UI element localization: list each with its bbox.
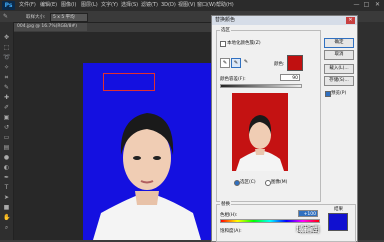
result-label: 结果 xyxy=(334,207,343,212)
menu-3d[interactable]: 3D(D) xyxy=(161,0,176,11)
path-select-icon[interactable]: ➤ xyxy=(3,194,10,201)
cancel-button[interactable]: 取消 xyxy=(324,50,354,60)
gradient-tool-icon[interactable]: ▤ xyxy=(3,144,10,151)
shape-tool-icon[interactable]: ■ xyxy=(3,204,10,211)
selection-group-label: 选区 xyxy=(220,27,231,33)
move-tool-icon[interactable]: ✥ xyxy=(3,34,10,41)
sample-size-label: 取样大小: xyxy=(26,15,46,20)
marquee-tool-icon[interactable]: ⬚ xyxy=(3,44,10,51)
ok-button[interactable]: 确定 xyxy=(324,38,354,48)
localized-clusters-label: 本地化颜色簇(Z) xyxy=(227,41,261,46)
history-brush-icon[interactable]: ↺ xyxy=(3,124,10,131)
menu-bar: Ps 文件(F) 编辑(E) 图像(I) 图层(L) 文字(Y) 选择(S) 滤… xyxy=(0,0,384,11)
zoom-tool-icon[interactable]: ⌕ xyxy=(3,224,10,231)
dialog-close-icon[interactable]: ✕ xyxy=(346,17,355,24)
fuzziness-input[interactable]: 90 xyxy=(280,74,300,81)
menu-edit[interactable]: 编辑(E) xyxy=(40,0,57,11)
dodge-tool-icon[interactable]: ◐ xyxy=(3,164,10,171)
selected-color-swatch[interactable] xyxy=(287,55,303,71)
eyedropper-icon[interactable]: ✎ xyxy=(220,58,230,68)
type-tool-icon[interactable]: T xyxy=(3,184,10,191)
preview-portrait xyxy=(236,115,284,171)
menu-view[interactable]: 视图(V) xyxy=(178,0,195,11)
preview-label: 预览(P) xyxy=(331,91,347,96)
menu-image[interactable]: 图像(I) xyxy=(61,0,76,11)
blur-tool-icon[interactable]: ● xyxy=(3,154,10,161)
stamp-tool-icon[interactable]: ▣ xyxy=(3,114,10,121)
right-panel xyxy=(356,22,384,240)
crop-tool-icon[interactable]: ⌗ xyxy=(3,74,10,81)
dialog-title: 替换颜色 xyxy=(212,16,357,25)
selection-preview xyxy=(232,93,288,171)
eyedropper-tool-icon[interactable]: ✎ xyxy=(3,84,10,91)
close-icon[interactable]: ✕ xyxy=(373,1,382,9)
load-button[interactable]: 载入(L)... xyxy=(324,64,354,74)
localized-clusters-checkbox[interactable] xyxy=(220,41,226,47)
sample-size-select[interactable]: 5 x 5 平均 xyxy=(50,13,88,22)
maximize-icon[interactable]: □ xyxy=(362,1,371,9)
eyedropper-plus-icon[interactable]: ✎ xyxy=(231,58,241,68)
menu-help[interactable]: 帮助(H) xyxy=(216,0,234,11)
radio-image-label: 图像(M) xyxy=(271,180,288,185)
quick-select-icon[interactable]: ✧ xyxy=(3,64,10,71)
eyedropper-minus-icon[interactable]: ✎ xyxy=(242,58,250,66)
lasso-tool-icon[interactable]: ➰ xyxy=(3,54,10,61)
hue-input[interactable]: +100 xyxy=(298,210,318,217)
eraser-tool-icon[interactable]: ▭ xyxy=(3,134,10,141)
hue-slider[interactable] xyxy=(220,219,320,223)
replace-group-label: 替换 xyxy=(220,201,231,207)
result-color-swatch[interactable] xyxy=(328,213,348,231)
healing-tool-icon[interactable]: ✚ xyxy=(3,94,10,101)
eyedropper-icon: ✎ xyxy=(3,13,9,20)
minimize-icon[interactable]: — xyxy=(352,1,361,9)
replace-color-dialog: 替换颜色 ✕ 选区 本地化颜色簇(Z) ✎ ✎ ✎ 颜色: 颜色容差(F): 9… xyxy=(211,15,358,242)
hand-tool-icon[interactable]: ✋ xyxy=(3,214,10,221)
save-button[interactable]: 存储(S)... xyxy=(324,76,354,86)
fuzziness-label: 颜色容差(F): xyxy=(220,77,246,82)
color-label: 颜色: xyxy=(274,62,285,67)
pen-tool-icon[interactable]: ✒ xyxy=(3,174,10,181)
brush-tool-icon[interactable]: ✐ xyxy=(3,104,10,111)
menu-file[interactable]: 文件(F) xyxy=(19,0,36,11)
saturation-label: 饱和度(A): xyxy=(220,229,242,234)
hue-label: 色相(H): xyxy=(220,213,238,218)
menu-select[interactable]: 选择(S) xyxy=(121,0,138,11)
document-photo[interactable] xyxy=(83,63,211,240)
watermark-text: 域指南 xyxy=(296,225,320,234)
document-tab[interactable]: 004.jpg @ 16.7%(RGB/8#) xyxy=(14,23,87,31)
menu-filter[interactable]: 滤镜(T) xyxy=(141,0,158,11)
photoshop-logo: Ps xyxy=(2,1,15,10)
menu-layer[interactable]: 图层(L) xyxy=(81,0,98,11)
selection-marquee[interactable] xyxy=(103,73,155,91)
menu-type[interactable]: 文字(Y) xyxy=(101,0,118,11)
tools-panel: ✥ ⬚ ➰ ✧ ⌗ ✎ ✚ ✐ ▣ ↺ ▭ ▤ ● ◐ ✒ T ➤ ■ ✋ ⌕ xyxy=(0,22,14,240)
fuzziness-slider[interactable] xyxy=(220,84,302,88)
menu-window[interactable]: 窗口(W) xyxy=(197,0,216,11)
radio-selection-label: 选区(C) xyxy=(240,180,256,185)
